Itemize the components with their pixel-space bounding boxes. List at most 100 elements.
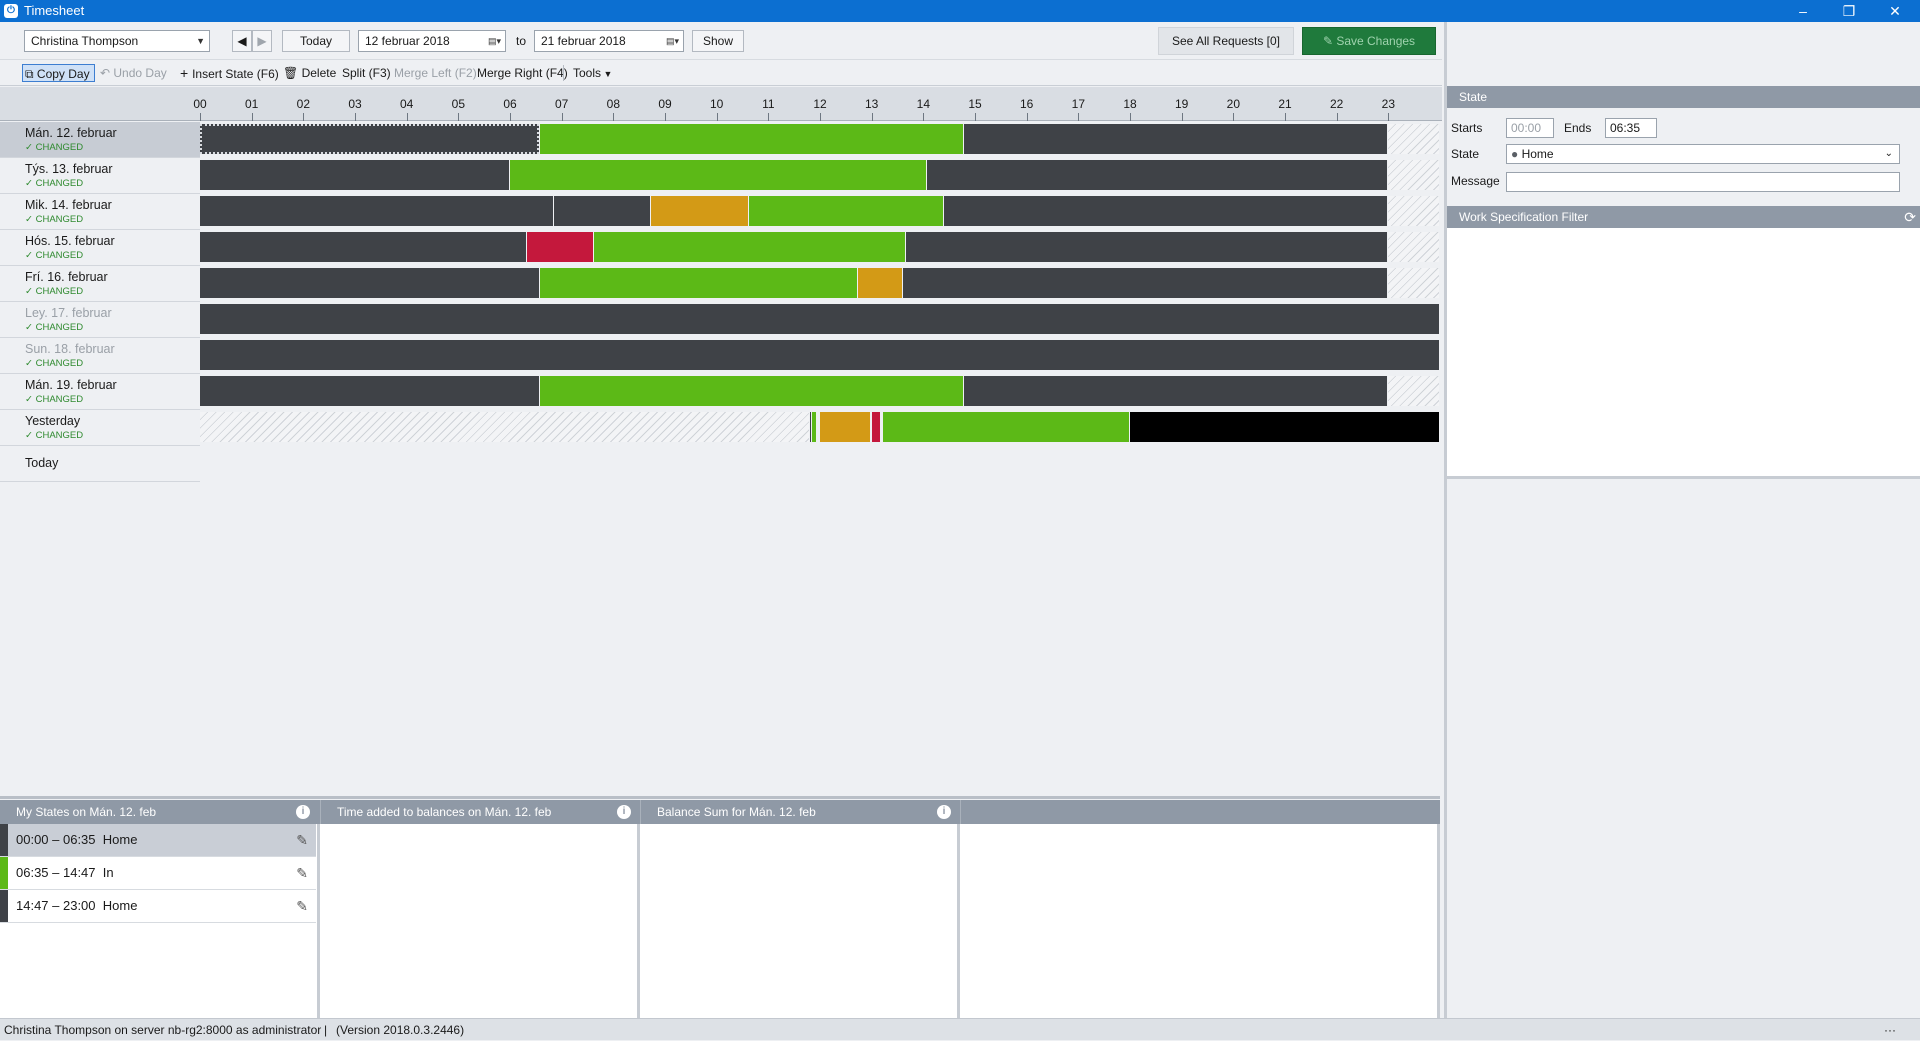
state-segment-home[interactable] xyxy=(200,268,539,298)
hour-label: 00 xyxy=(193,97,207,111)
state-segment-home[interactable] xyxy=(200,160,509,190)
pencil-icon: ✎ xyxy=(1322,34,1337,48)
previous-button[interactable]: ◀ xyxy=(232,30,252,52)
state-item-range: 14:47 – 23:00 xyxy=(16,898,96,913)
state-segment-in[interactable] xyxy=(883,412,1129,442)
state-segment-in[interactable] xyxy=(539,124,963,154)
pencil-icon[interactable]: ✎ xyxy=(296,824,308,856)
state-segment-in[interactable] xyxy=(594,232,906,262)
info-icon[interactable]: i xyxy=(296,805,310,819)
state-segment-in[interactable] xyxy=(539,376,963,406)
day-lane xyxy=(200,302,1440,336)
state-label: State xyxy=(1451,147,1480,161)
state-segment-in[interactable] xyxy=(510,160,926,190)
copy-day-button[interactable]: ⧉ Copy Day xyxy=(22,64,95,82)
state-segment-hatch xyxy=(1388,268,1439,298)
state-segment-home[interactable] xyxy=(200,376,539,406)
starts-field[interactable]: 00:00 xyxy=(1506,118,1554,138)
close-button[interactable]: ✕ xyxy=(1872,0,1918,22)
day-row[interactable]: Ley. 17. februar ✓ CHANGED xyxy=(0,302,200,338)
day-row[interactable]: Hós. 15. februar ✓ CHANGED xyxy=(0,230,200,266)
state-segment-red[interactable] xyxy=(527,232,594,262)
state-segment-orange[interactable] xyxy=(820,412,870,442)
state-segment-home[interactable] xyxy=(906,232,1388,262)
state-segment-home[interactable] xyxy=(902,268,1388,298)
undo-day-button[interactable]: ↶ Undo Day xyxy=(100,64,167,82)
see-all-requests-button[interactable]: See All Requests [0] xyxy=(1158,27,1294,55)
day-row[interactable]: Mán. 19. februar ✓ CHANGED xyxy=(0,374,200,410)
day-row[interactable]: Týs. 13. februar ✓ CHANGED xyxy=(0,158,200,194)
state-segment-home[interactable] xyxy=(963,124,1388,154)
state-segment-orange[interactable] xyxy=(651,196,749,226)
save-changes-button[interactable]: ✎ Save Changes xyxy=(1302,27,1436,55)
day-row[interactable]: Mán. 12. februar ✓ CHANGED xyxy=(0,122,200,158)
state-segment-home[interactable] xyxy=(200,340,1439,370)
info-icon[interactable]: i xyxy=(617,805,631,819)
state-segment-home[interactable] xyxy=(926,160,1388,190)
title-bar: ⏻ Timesheet – ❐ ✕ xyxy=(0,0,1920,22)
hour-label: 06 xyxy=(503,97,517,111)
right-panel: State Starts 00:00 Ends 06:35 State ● Ho… xyxy=(1444,22,1920,1018)
hour-tick xyxy=(665,113,666,121)
splitter[interactable] xyxy=(0,796,1440,799)
state-segment-home[interactable] xyxy=(963,376,1388,406)
state-item-range: 06:35 – 14:47 xyxy=(16,865,96,880)
delete-button[interactable]: 🗑 Delete xyxy=(283,64,336,82)
pencil-icon[interactable]: ✎ xyxy=(296,857,308,889)
tools-menu[interactable]: Tools ▼ xyxy=(573,64,612,82)
state-segment-in[interactable] xyxy=(749,196,943,226)
user-select[interactable]: Christina Thompson ▼ xyxy=(24,30,210,52)
state-segment-hatch xyxy=(1388,376,1439,406)
state-list-item[interactable]: 06:35 – 14:47 In ✎ xyxy=(0,857,316,890)
state-segment-home[interactable] xyxy=(944,196,1388,226)
state-segment-home[interactable] xyxy=(200,232,527,262)
day-row[interactable]: Mik. 14. februar ✓ CHANGED xyxy=(0,194,200,230)
day-row[interactable]: Today xyxy=(0,446,200,482)
day-row[interactable]: Yesterday ✓ CHANGED xyxy=(0,410,200,446)
state-list-item[interactable]: 00:00 – 06:35 Home ✎ xyxy=(0,824,316,857)
save-changes-label: Save Changes xyxy=(1336,34,1416,48)
restore-button[interactable]: ❐ xyxy=(1826,0,1872,22)
time-added-title: Time added to balances on Mán. 12. feb xyxy=(337,805,552,819)
status-more[interactable]: ··· xyxy=(1884,1019,1896,1041)
day-row[interactable]: Sun. 18. februar ✓ CHANGED xyxy=(0,338,200,374)
state-segment-home[interactable] xyxy=(553,196,651,226)
day-row[interactable]: Frí. 16. februar ✓ CHANGED xyxy=(0,266,200,302)
state-segment-in[interactable] xyxy=(812,412,817,442)
work-spec-filter-header: Work Specification Filter ⟳ xyxy=(1447,206,1920,228)
to-date-picker[interactable]: 21 februar 2018 ▤▾ xyxy=(534,30,684,52)
today-button[interactable]: Today xyxy=(282,30,350,52)
balance-sum-title: Balance Sum for Mán. 12. feb xyxy=(657,805,816,819)
minimize-button[interactable]: – xyxy=(1780,0,1826,22)
state-segment-hatch xyxy=(1388,196,1439,226)
state-segment-in[interactable] xyxy=(539,268,857,298)
changed-badge: ✓ CHANGED xyxy=(25,286,84,297)
state-select[interactable]: ● Home ⌄ xyxy=(1506,144,1900,164)
insert-state-button[interactable]: + Insert State (F6) xyxy=(180,64,279,82)
state-segment-home[interactable] xyxy=(200,304,1439,334)
from-date-picker[interactable]: 12 februar 2018 ▤▾ xyxy=(358,30,506,52)
merge-left-button[interactable]: Merge Left (F2) xyxy=(394,64,477,82)
message-field[interactable] xyxy=(1506,172,1900,192)
state-list-item[interactable]: 14:47 – 23:00 Home ✎ xyxy=(0,890,316,923)
show-button[interactable]: Show xyxy=(692,30,744,52)
state-segment-black[interactable] xyxy=(1130,412,1439,442)
ends-field[interactable]: 06:35 xyxy=(1605,118,1657,138)
merge-right-button[interactable]: Merge Right (F4) xyxy=(477,64,568,82)
calendar-icon: ▤▾ xyxy=(487,36,501,46)
next-button[interactable]: ▶ xyxy=(252,30,272,52)
refresh-icon[interactable]: ⟳ xyxy=(1904,206,1916,228)
split-button[interactable]: Split (F3) xyxy=(342,64,391,82)
hour-label: 11 xyxy=(762,97,775,111)
copy-icon: ⧉ xyxy=(25,67,37,81)
state-segment-red[interactable] xyxy=(871,412,880,442)
state-segment-home[interactable] xyxy=(200,196,553,226)
hour-tick xyxy=(251,113,253,121)
hour-tick xyxy=(406,113,408,121)
state-segment-home[interactable] xyxy=(200,124,539,154)
state-segment-orange[interactable] xyxy=(857,268,902,298)
day-label: Mán. 12. februar xyxy=(25,126,117,140)
state-segment-home[interactable] xyxy=(809,412,812,442)
pencil-icon[interactable]: ✎ xyxy=(296,890,308,922)
info-icon[interactable]: i xyxy=(937,805,951,819)
